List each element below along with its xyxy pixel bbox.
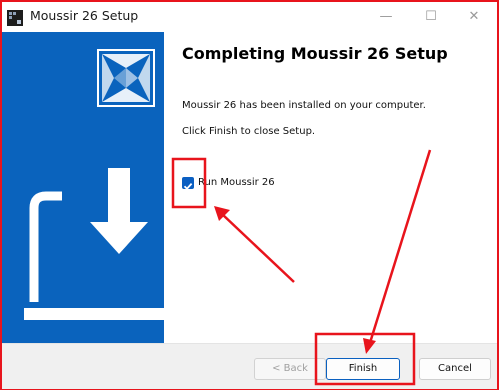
title-bar: Moussir 26 Setup — ☐ ✕ — [2, 2, 497, 32]
button-bar: < Back Finish Cancel — [2, 343, 497, 389]
checkmark-icon — [183, 182, 193, 191]
laptop-icon — [24, 191, 164, 320]
side-panel — [2, 32, 164, 343]
window-title: Moussir 26 Setup — [30, 8, 139, 23]
back-button[interactable]: < Back — [254, 358, 326, 380]
content-panel: Completing Moussir 26 Setup Moussir 26 h… — [164, 32, 497, 343]
finish-instruction: Click Finish to close Setup. — [182, 126, 316, 137]
app-logo-icon — [97, 49, 155, 107]
cancel-button[interactable]: Cancel — [419, 358, 491, 380]
page-title: Completing Moussir 26 Setup — [182, 44, 448, 63]
run-app-checkbox[interactable] — [182, 177, 194, 191]
download-arrow-icon — [90, 168, 148, 254]
minimize-icon[interactable]: — — [376, 8, 396, 26]
install-illustration — [24, 49, 164, 320]
run-app-label[interactable]: Run Moussir 26 — [198, 177, 275, 188]
installed-message: Moussir 26 has been installed on your co… — [182, 100, 426, 111]
finish-button[interactable]: Finish — [326, 358, 400, 380]
maximize-icon[interactable]: ☐ — [421, 8, 441, 26]
app-icon — [7, 10, 23, 26]
close-icon[interactable]: ✕ — [464, 8, 484, 26]
